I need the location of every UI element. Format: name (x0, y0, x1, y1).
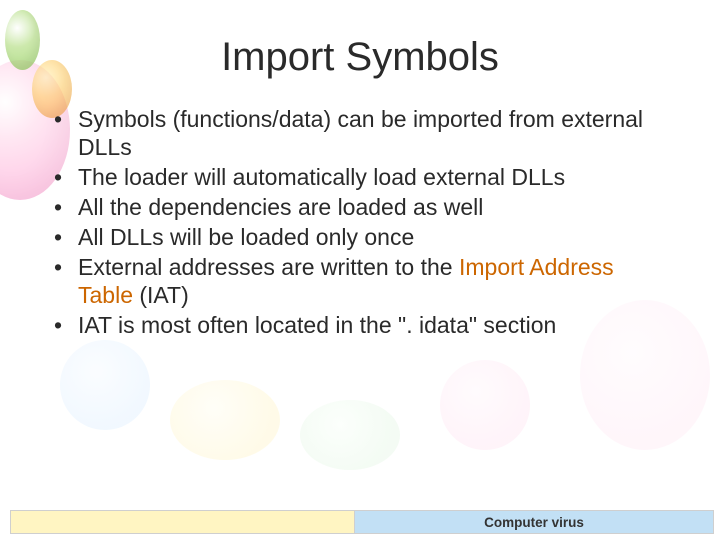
list-item: All DLLs will be loaded only once (48, 223, 672, 251)
bullet-text: Symbols (functions/data) can be imported… (78, 106, 643, 160)
footer-bar: Computer virus (10, 510, 714, 534)
list-item: All the dependencies are loaded as well (48, 193, 672, 221)
slide-content: Import Symbols Symbols (functions/data) … (0, 0, 720, 339)
bullet-text-post: (IAT) (133, 282, 189, 308)
blob-faint-icon (440, 360, 530, 450)
bullet-text-pre: External addresses are written to the (78, 254, 459, 280)
blob-faint-icon (170, 380, 280, 460)
list-item: Symbols (functions/data) can be imported… (48, 105, 672, 161)
blob-faint-icon (60, 340, 150, 430)
bullet-text: The loader will automatically load exter… (78, 164, 565, 190)
list-item: External addresses are written to the Im… (48, 253, 672, 309)
list-item: The loader will automatically load exter… (48, 163, 672, 191)
bullet-text: IAT is most often located in the ". idat… (78, 312, 556, 338)
bullet-text: All DLLs will be loaded only once (78, 224, 414, 250)
footer-left-cell (10, 510, 355, 534)
slide-title: Import Symbols (40, 35, 680, 80)
bullet-list: Symbols (functions/data) can be imported… (40, 105, 680, 339)
bullet-text: All the dependencies are loaded as well (78, 194, 483, 220)
blob-faint-icon (300, 400, 400, 470)
list-item: IAT is most often located in the ". idat… (48, 311, 672, 339)
footer-right-cell: Computer virus (355, 510, 714, 534)
